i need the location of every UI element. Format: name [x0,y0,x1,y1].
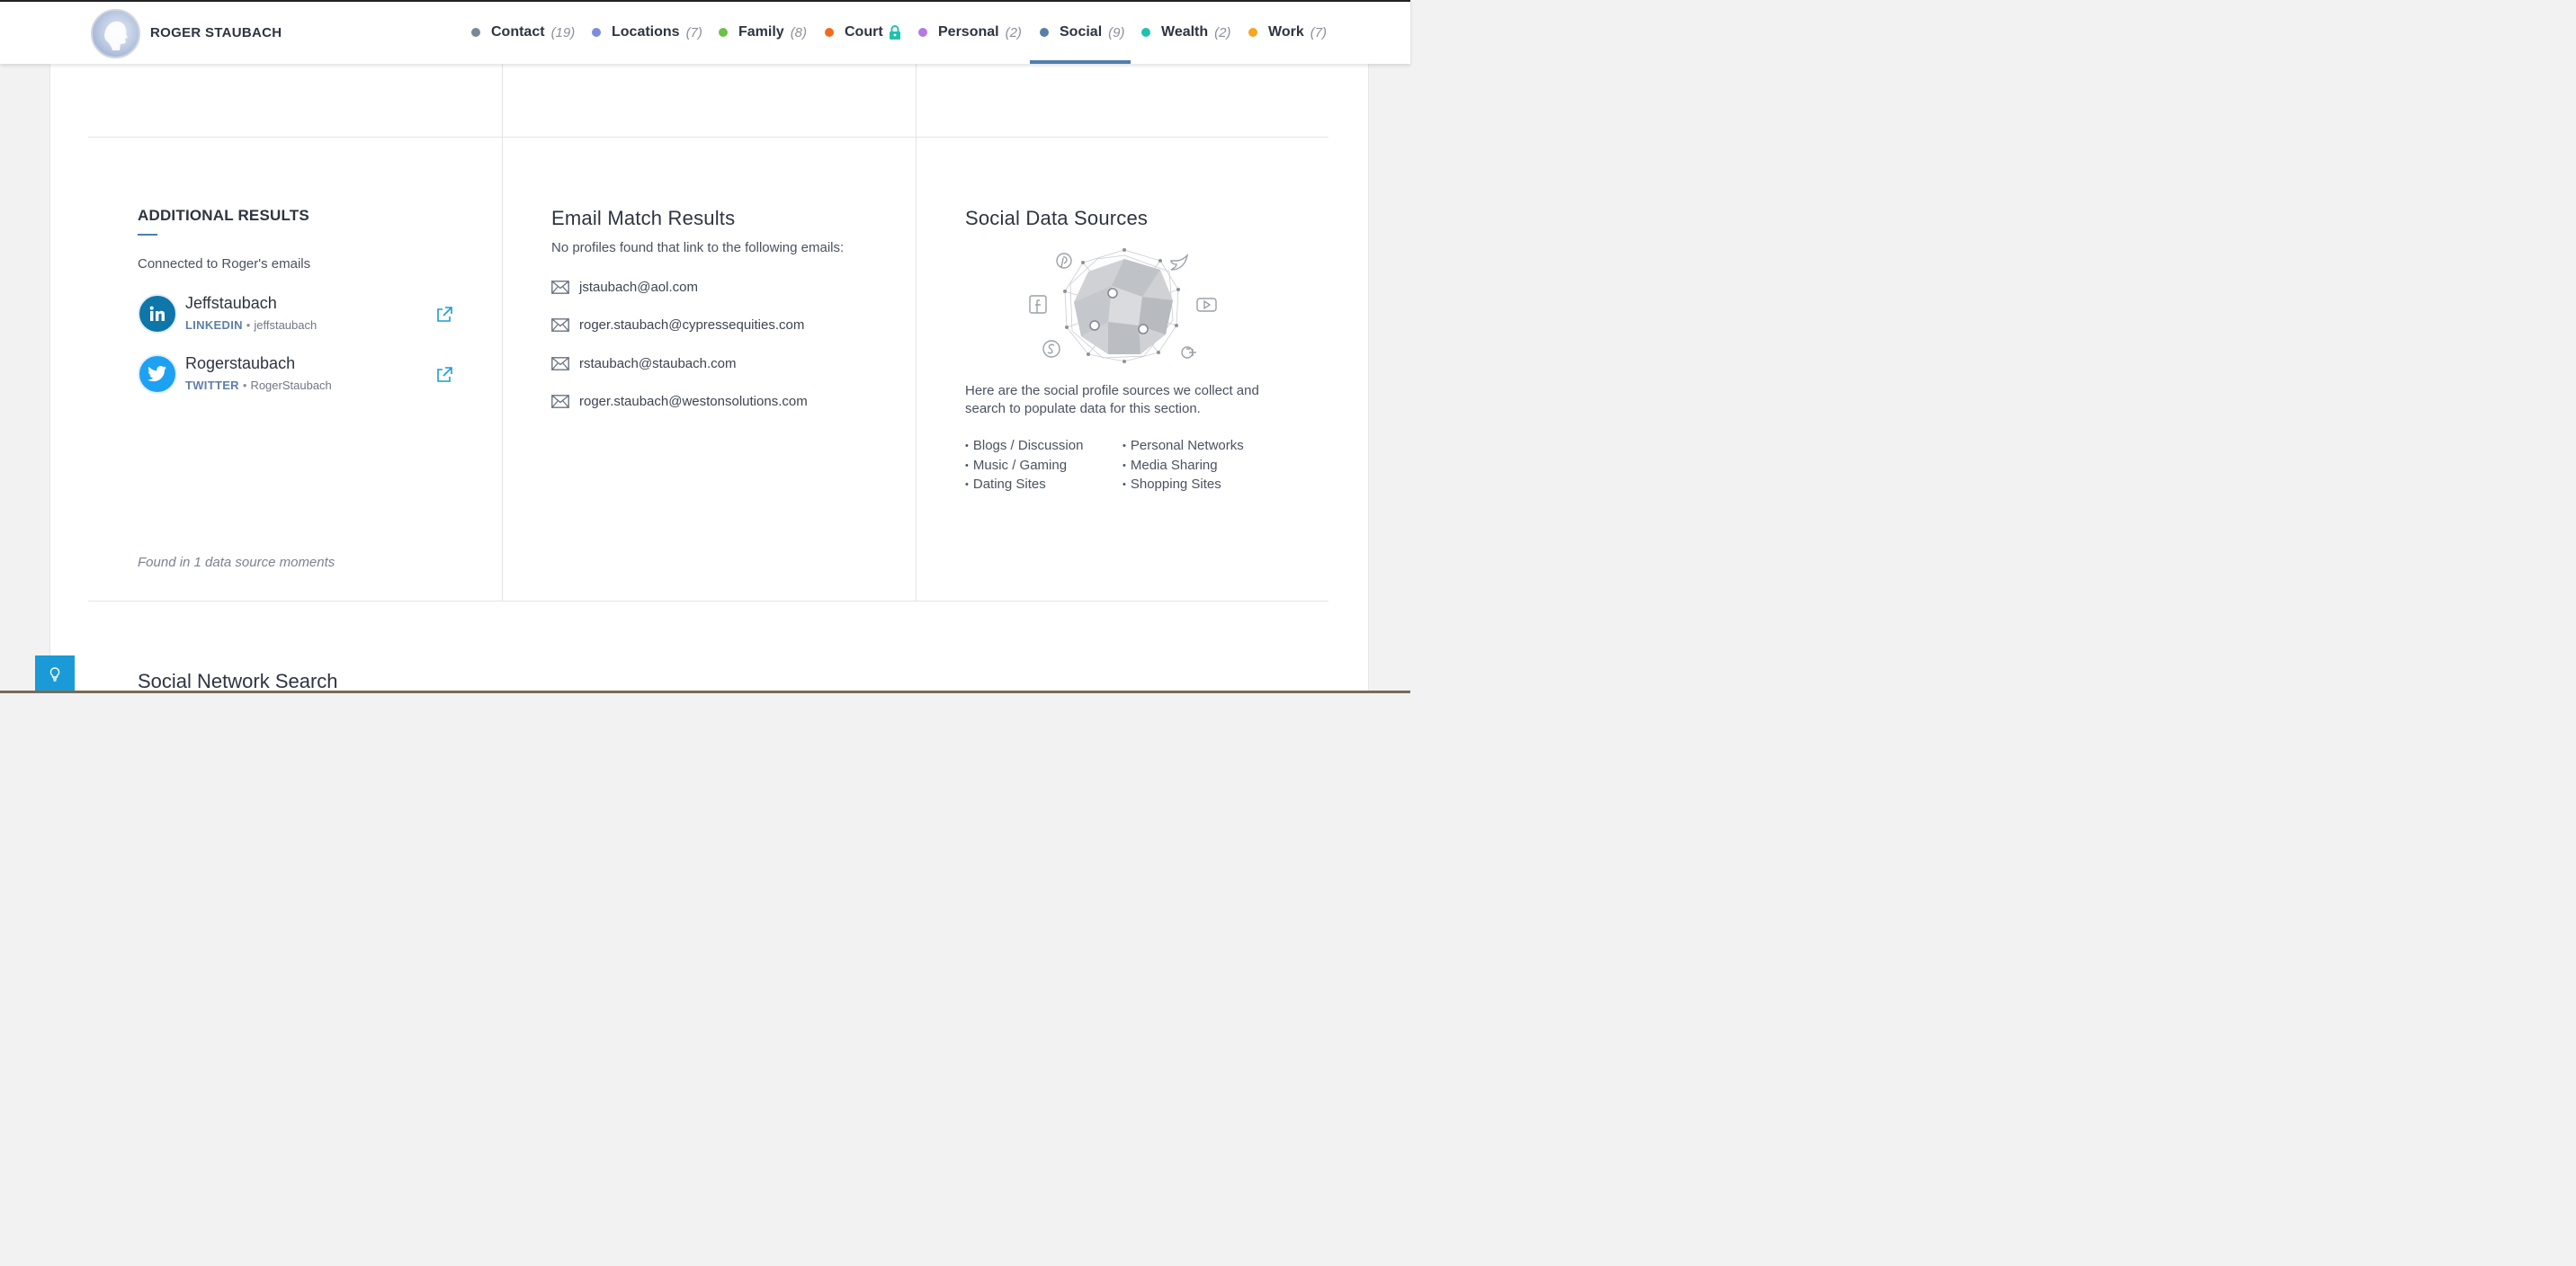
source-category: Blogs / Discussion [965,437,1084,457]
sources-list-left: Blogs / Discussion Music / Gaming Dating… [965,437,1084,495]
email-address: roger.staubach@cypressequities.com [579,316,805,333]
nav-work[interactable]: Work (7) [1248,22,1327,42]
additional-results-title: ADDITIONAL RESULTS [138,207,309,224]
nav-count: (19) [550,24,576,40]
nav-label: Contact [491,24,545,40]
profile-meta: LINKEDIN • jeffstaubach [185,318,318,332]
avatar [91,9,140,58]
profile-result: Rogerstaubach TWITTER • RogerStaubach [138,354,457,396]
person-name: ROGER STAUBACH [150,25,282,40]
external-link-icon[interactable] [435,366,453,384]
network-name: LINKEDIN [185,318,243,332]
envelope-icon [551,280,569,294]
additional-results-subtitle: Connected to Roger's emails [138,256,311,272]
social-sources-description: Here are the social profile sources we c… [965,383,1259,416]
window-bottom-edge [0,691,1410,693]
nav-count: (2) [1214,24,1231,40]
profile-meta: TWITTER • RogerStaubach [185,379,332,392]
envelope-icon [551,356,569,370]
work-dot-icon [1248,28,1257,37]
nav-count: (7) [1310,24,1328,40]
sources-list-right: Personal Networks Media Sharing Shopping… [1123,437,1244,495]
found-note: Found in 1 data source moments [138,555,335,570]
nav-label: Personal [938,24,999,40]
social-sources-title: Social Data Sources [965,207,1149,229]
column-divider [916,64,917,602]
nav-count: (7) [685,24,702,40]
email-item: rstaubach@staubach.com [551,354,737,372]
wealth-dot-icon [1141,28,1150,37]
contact-dot-icon [471,28,480,37]
external-link-icon[interactable] [435,306,453,324]
source-category: Personal Networks [1123,437,1244,457]
envelope-icon [551,317,569,332]
nav-count: (9) [1108,24,1125,40]
profile-handle: RogerStaubach [250,379,332,392]
profile-handle: jeffstaubach [254,318,318,332]
twitter-icon [138,354,177,394]
nav-wealth[interactable]: Wealth (2) [1141,22,1231,42]
nav-contact[interactable]: Contact (19) [471,22,575,42]
email-address: roger.staubach@westonsolutions.com [579,393,808,409]
lightbulb-icon [49,667,60,682]
nav-social[interactable]: Social (9) [1040,22,1124,42]
top-header: ROGER STAUBACH Contact (19) Locations (7… [0,0,1410,64]
email-address: rstaubach@staubach.com [579,355,737,371]
source-category: Shopping Sites [1123,476,1244,495]
nav-count: (2) [1005,24,1022,40]
profile-result: Jeffstaubach LINKEDIN • jeffstaubach [138,294,457,335]
nav-label: Family [738,24,784,40]
network-name: TWITTER [185,379,239,392]
email-match-title: Email Match Results [551,207,736,229]
locations-dot-icon [592,28,601,37]
social-dot-icon [1040,28,1049,37]
email-match-intro: No profiles found that link to the follo… [551,240,845,255]
nav-label: Social [1060,24,1103,40]
court-dot-icon [825,28,834,37]
help-button[interactable] [35,655,75,693]
row-divider [88,601,1328,602]
active-tab-indicator [1030,60,1131,64]
nav-court[interactable]: Court [825,22,901,42]
personal-dot-icon [918,28,927,37]
profile-name[interactable]: Rogerstaubach [185,354,295,373]
profile-name[interactable]: Jeffstaubach [185,294,277,313]
source-category: Media Sharing [1123,457,1244,477]
email-item: roger.staubach@westonsolutions.com [551,392,808,410]
title-accent [138,234,157,236]
nav-count: (8) [790,24,808,40]
email-item: jstaubach@aol.com [551,278,698,296]
nav-label: Locations [612,24,680,40]
envelope-icon [551,394,569,408]
email-item: roger.staubach@cypressequities.com [551,316,804,334]
nav-family[interactable]: Family (8) [719,22,807,42]
row-divider [88,137,1328,138]
nav-locations[interactable]: Locations (7) [592,22,702,42]
linkedin-icon [138,294,177,334]
social-network-graphic [1025,245,1223,365]
source-category: Music / Gaming [965,457,1083,477]
nav-label: Work [1268,24,1304,40]
lock-icon [889,25,901,40]
nav-label: Wealth [1161,24,1209,40]
nav-personal[interactable]: Personal (2) [918,22,1022,42]
family-dot-icon [719,28,728,37]
email-address: jstaubach@aol.com [579,279,698,295]
nav-label: Court [845,24,883,40]
column-divider [502,64,503,602]
source-category: Dating Sites [965,476,1083,495]
